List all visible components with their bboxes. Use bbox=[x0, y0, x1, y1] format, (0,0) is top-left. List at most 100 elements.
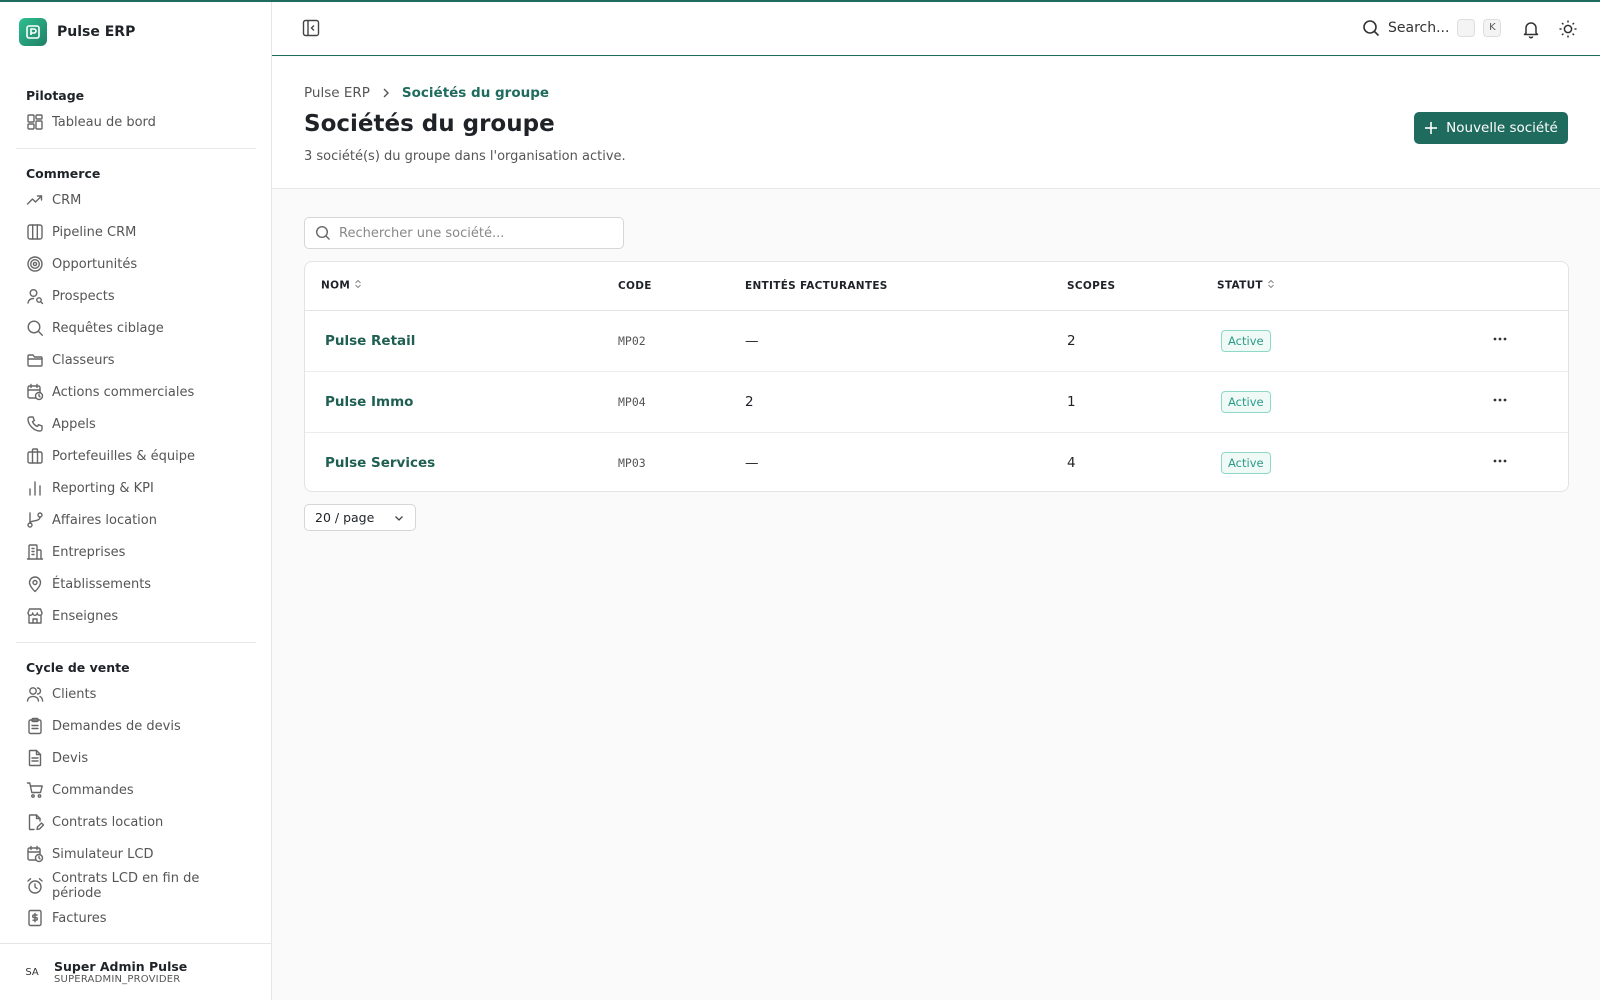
status-cell: Active bbox=[1217, 432, 1492, 491]
more-horizontal-icon[interactable] bbox=[1492, 335, 1508, 351]
sidebar-item-clients[interactable]: Clients bbox=[16, 678, 256, 710]
sidebar-nav: Pilotage Tableau de bord Commerce CRM Pipeli… bbox=[16, 80, 256, 940]
avatar: SA bbox=[25, 966, 39, 978]
user-search-icon bbox=[27, 289, 44, 305]
bell-icon[interactable] bbox=[1521, 19, 1541, 43]
status-badge: Active bbox=[1221, 451, 1271, 474]
more-horizontal-icon[interactable] bbox=[1492, 457, 1508, 473]
brand-name: Pulse ERP bbox=[57, 24, 136, 40]
target-icon bbox=[27, 256, 43, 272]
sidebar-item-label: Portefeuilles & équipe bbox=[52, 448, 195, 464]
column-header-status[interactable]: STATUT bbox=[1217, 262, 1492, 311]
sidebar-item-requetes-ciblage[interactable]: Requêtes ciblage bbox=[16, 312, 256, 344]
sidebar-item-label: Commandes bbox=[52, 782, 134, 798]
page-size-select[interactable]: 20 / page bbox=[304, 504, 416, 531]
breadcrumb: Pulse ERP Sociétés du groupe bbox=[304, 85, 549, 101]
sidebar-item-entreprises[interactable]: Entreprises bbox=[16, 536, 256, 568]
table-row[interactable]: Pulse Retail MP02—2 Active bbox=[305, 310, 1568, 372]
sidebar-item-label: Établissements bbox=[52, 576, 152, 592]
status-badge: Active bbox=[1221, 390, 1271, 413]
sidebar-item-opportunites[interactable]: Opportunités bbox=[16, 248, 256, 280]
sort-icon[interactable] bbox=[1267, 279, 1275, 292]
global-search-label: Search... bbox=[1388, 20, 1450, 36]
sidebar-item-crm[interactable]: CRM bbox=[16, 184, 256, 216]
calendar-clock-icon bbox=[27, 383, 44, 401]
sidebar-item-prospects[interactable]: Prospects bbox=[16, 280, 256, 312]
sidebar-item-devis[interactable]: Devis bbox=[16, 742, 256, 774]
sidebar-item-commandes[interactable]: Commandes bbox=[16, 774, 256, 806]
table-row[interactable]: Pulse Services MP03 — 4 Active bbox=[305, 432, 1568, 491]
sidebar-item-label: Demandes de devis bbox=[52, 718, 181, 734]
sidebar: Pulse ERP Pilotage Tableau de bord Commerc… bbox=[0, 0, 272, 1000]
sidebar-item-label: Contrats location bbox=[52, 814, 164, 830]
sidebar-item-affaires-location[interactable]: Affaires location bbox=[16, 504, 256, 536]
sidebar-item-demandes-de-devis[interactable]: Demandes de devis bbox=[16, 710, 256, 742]
sidebar-item-label: Classeurs bbox=[52, 352, 115, 368]
company-name-link[interactable]: Pulse Immo bbox=[305, 371, 618, 433]
sidebar-item-portefeuilles-equipe[interactable]: Portefeuilles & équipe bbox=[16, 440, 256, 472]
shortcut-modifier-key bbox=[1457, 19, 1476, 37]
dashboard-icon bbox=[27, 114, 43, 130]
topbar: Search... K bbox=[272, 2, 1600, 56]
breadcrumb-root[interactable]: Pulse ERP bbox=[304, 85, 370, 101]
top-accent-line bbox=[0, 0, 1600, 2]
more-horizontal-icon[interactable] bbox=[1492, 396, 1508, 412]
column-header-name[interactable]: NOM bbox=[305, 262, 618, 311]
search-icon bbox=[315, 225, 330, 240]
new-company-button[interactable]: Nouvelle société bbox=[1414, 112, 1568, 144]
building-icon bbox=[26, 544, 44, 560]
column-header-actions bbox=[1491, 262, 1568, 311]
company-name-link[interactable]: Pulse Retail bbox=[305, 310, 618, 372]
company-name-link[interactable]: Pulse Services bbox=[305, 432, 618, 491]
company-search[interactable] bbox=[304, 217, 624, 249]
sidebar-item-appels[interactable]: Appels bbox=[16, 408, 256, 440]
table-header-row: NOM CODE ENTITÉS FACTURANTES SCOPES STAT… bbox=[305, 262, 1568, 311]
table-row[interactable]: Pulse Immo MP04 2 1 Active bbox=[305, 371, 1568, 433]
user-profile[interactable]: SA Super Admin Pulse SUPERADMIN_PROVIDER bbox=[0, 943, 271, 1000]
billing-entities-count: 2 bbox=[745, 371, 1067, 433]
global-search-button[interactable]: Search... K bbox=[1362, 19, 1502, 37]
sidebar-item-enseignes[interactable]: Enseignes bbox=[16, 600, 256, 632]
clipboard-icon bbox=[28, 717, 42, 735]
sidebar-item-label: Affaires location bbox=[52, 512, 157, 528]
status-badge: Active bbox=[1221, 329, 1271, 352]
sidebar-divider bbox=[16, 148, 256, 149]
sidebar-item-classeurs[interactable]: Classeurs bbox=[16, 344, 256, 376]
brand[interactable]: Pulse ERP bbox=[19, 18, 135, 46]
sidebar-section-title: Commerce bbox=[26, 166, 101, 181]
map-pin-icon bbox=[28, 576, 42, 593]
user-name: Super Admin Pulse bbox=[54, 959, 188, 974]
company-search-input[interactable] bbox=[339, 225, 609, 241]
scopes-count: 2 bbox=[1067, 310, 1217, 372]
company-code: MP03 bbox=[618, 455, 646, 470]
company-code: MP02 bbox=[618, 310, 745, 372]
scopes-count: 4 bbox=[1067, 454, 1076, 471]
page-subtitle: 3 société(s) du groupe dans l'organisati… bbox=[304, 149, 626, 164]
sidebar-item-label: Appels bbox=[52, 416, 96, 432]
company-code: MP04 bbox=[618, 371, 745, 433]
sidebar-item-pipeline-crm[interactable]: Pipeline CRM bbox=[16, 216, 256, 248]
plus-icon bbox=[1425, 122, 1438, 134]
sidebar-item-contrats-location[interactable]: Contrats location bbox=[16, 806, 256, 838]
sidebar-item-actions-commerciales[interactable]: Actions commerciales bbox=[16, 376, 256, 408]
theme-toggle-sun-icon[interactable] bbox=[1558, 19, 1578, 43]
row-actions-cell bbox=[1492, 432, 1568, 491]
sidebar-toggle-icon[interactable] bbox=[302, 19, 320, 41]
sidebar-item-contrats-lcd-en-fin-de-periode[interactable]: Contrats LCD en fin de période bbox=[16, 870, 256, 902]
sidebar-section-title: Cycle de vente bbox=[26, 660, 130, 675]
row-actions-cell bbox=[1491, 310, 1568, 372]
sidebar-section-title: Pilotage bbox=[26, 88, 85, 103]
cart-icon bbox=[26, 782, 43, 798]
phone-icon bbox=[27, 416, 43, 432]
sidebar-item-label: Requêtes ciblage bbox=[52, 320, 164, 336]
sidebar-item-reporting-kpi[interactable]: Reporting & KPI bbox=[16, 472, 256, 504]
sidebar-item-etablissements[interactable]: Établissements bbox=[16, 568, 256, 600]
store-icon bbox=[27, 608, 43, 624]
sidebar-item-tableau-de-bord[interactable]: Tableau de bord bbox=[16, 106, 256, 138]
sidebar-item-factures[interactable]: Factures bbox=[16, 902, 256, 934]
sidebar-item-label: Clients bbox=[52, 686, 97, 702]
sidebar-item-label: Simulateur LCD bbox=[52, 846, 154, 862]
sort-icon[interactable] bbox=[354, 279, 362, 292]
sidebar-item-simulateur-lcd[interactable]: Simulateur LCD bbox=[16, 838, 256, 870]
chevron-right-icon bbox=[383, 88, 389, 98]
